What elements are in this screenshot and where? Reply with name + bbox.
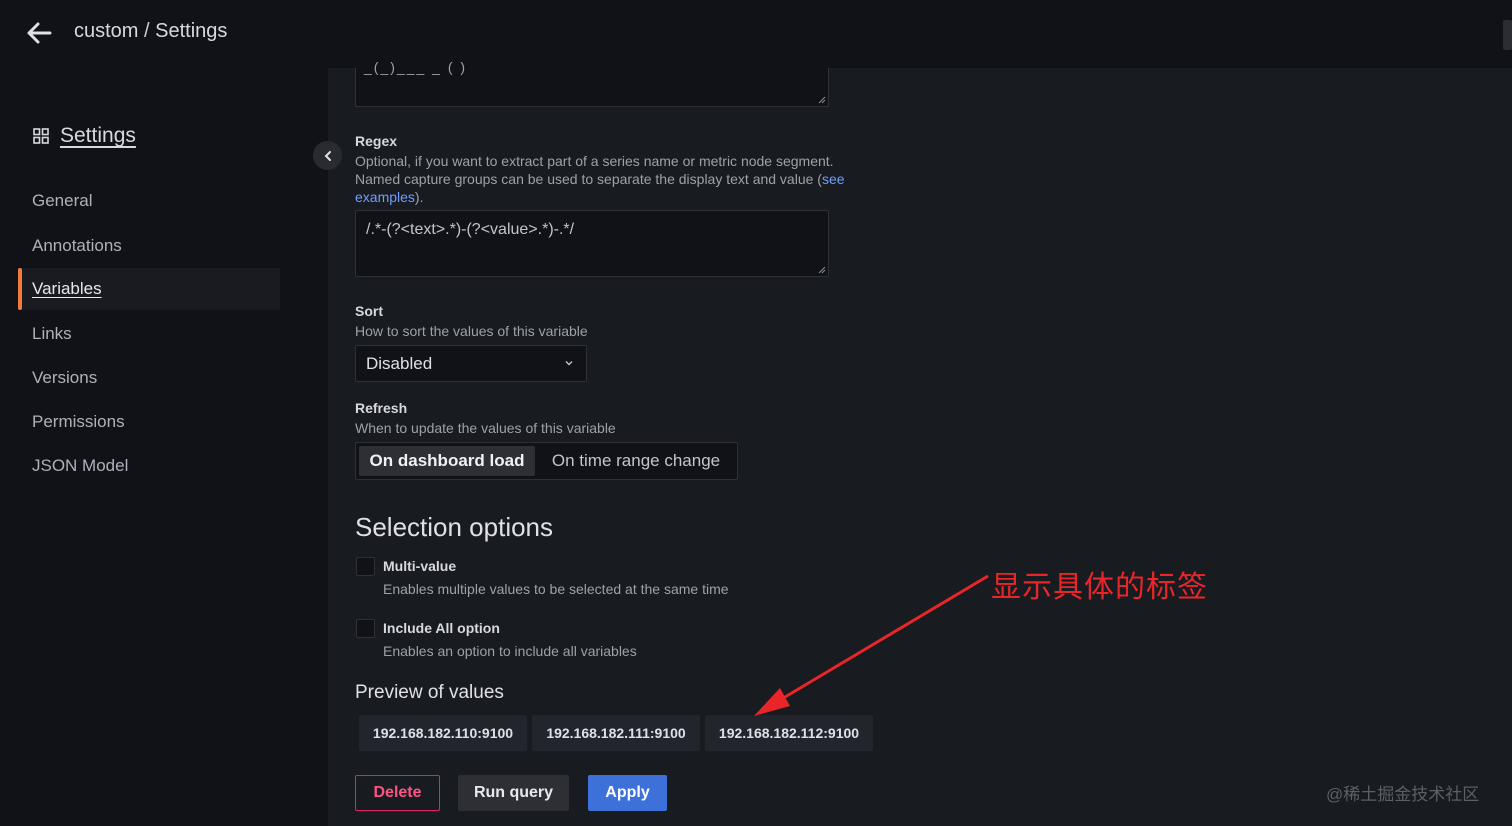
regex-input-value: /.*-(?<text>.*)-(?<value>.*)-.*/ [366,221,575,238]
sidebar-item-links[interactable]: Links [32,324,72,344]
refresh-radio-group: On dashboard load On time range change [355,442,738,480]
sidebar-active-indicator [18,268,22,310]
sort-label: Sort [355,303,383,319]
preview-value-chip: 192.168.182.110:9100 [359,715,527,751]
breadcrumb-folder[interactable]: custom [74,20,138,42]
sidebar-title: Settings [32,122,136,150]
watermark: @稀土掘金技术社区 [1326,785,1480,804]
see-examples-link-part2[interactable]: examples [355,189,415,205]
sidebar-item-variables[interactable]: Variables [32,279,102,299]
resize-handle-icon[interactable] [818,266,826,274]
regex-desc-line2: Named capture groups can be used to sepa… [355,171,822,187]
regex-label: Regex [355,133,398,149]
annotation-text: 显示具体的标签 [991,571,1208,604]
delete-button[interactable]: Delete [355,775,440,811]
sort-select[interactable]: Disabled [355,345,587,382]
multi-value-label[interactable]: Multi-value [383,558,456,574]
sidebar-item-permissions[interactable]: Permissions [32,412,125,432]
regex-description: Optional, if you want to extract part of… [355,152,845,206]
sidebar-item-annotations[interactable]: Annotations [32,236,122,256]
sidebar-title-label[interactable]: Settings [60,124,136,148]
run-query-button[interactable]: Run query [458,775,569,811]
sort-description: How to sort the values of this variable [355,323,588,339]
scrollbar[interactable] [1503,20,1512,50]
query-textarea[interactable]: _(_)___ _ ( ) [355,59,829,107]
regex-desc-line1: Optional, if you want to extract part of… [355,153,834,169]
multi-value-description: Enables multiple values to be selected a… [383,581,729,597]
breadcrumb-page: Settings [155,20,228,42]
collapse-sidebar-button[interactable] [313,141,342,170]
sidebar-item-json-model[interactable]: JSON Model [32,456,128,476]
regex-input[interactable]: /.*-(?<text>.*)-(?<value>.*)-.*/ [355,210,829,277]
refresh-option-dashboard-load[interactable]: On dashboard load [359,446,535,476]
refresh-description: When to update the values of this variab… [355,420,616,436]
selection-options-heading: Selection options [355,512,554,542]
apply-button[interactable]: Apply [588,775,667,811]
breadcrumb-separator: / [138,20,156,42]
multi-value-checkbox[interactable] [356,557,375,576]
include-all-checkbox[interactable] [356,619,375,638]
refresh-option-time-range-change[interactable]: On time range change [541,446,731,476]
see-examples-link-part1[interactable]: see [822,171,845,187]
top-navbar: custom / Settings [0,0,1512,68]
regex-desc-end: ). [414,189,424,205]
sidebar-item-versions[interactable]: Versions [32,368,97,388]
preview-value-chip: 192.168.182.112:9100 [705,715,873,751]
resize-handle-icon[interactable] [818,96,826,104]
settings-sidebar [0,68,327,826]
query-textarea-value: _(_)___ _ ( ) [364,59,468,75]
sort-select-value: Disabled [366,354,433,373]
chevron-down-icon [565,361,573,366]
chevron-left-icon [324,150,331,161]
apps-grid-icon [33,128,49,144]
preview-value-chip: 192.168.182.111:9100 [532,715,700,751]
include-all-description: Enables an option to include all variabl… [383,643,637,659]
preview-heading: Preview of values [355,682,504,703]
include-all-label[interactable]: Include All option [383,620,500,636]
breadcrumb: custom / Settings [74,20,227,43]
refresh-label: Refresh [355,400,408,416]
back-arrow-icon[interactable] [24,18,54,48]
sidebar-item-general[interactable]: General [32,191,92,211]
